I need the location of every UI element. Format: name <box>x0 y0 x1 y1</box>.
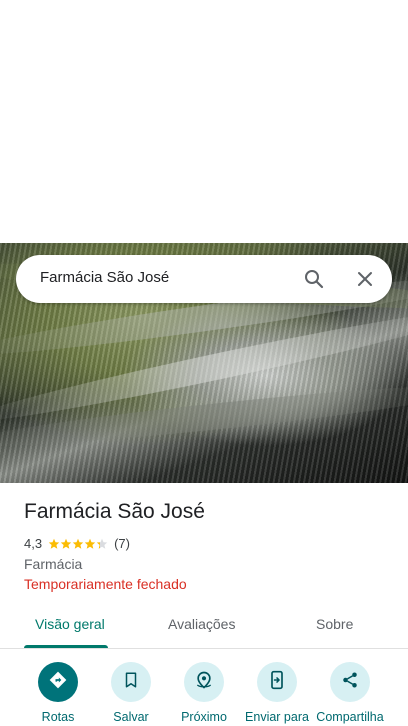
status-text: Temporariamente fechado <box>24 576 187 592</box>
nearby-label: Próximo <box>181 710 227 724</box>
tab-about[interactable]: Sobre <box>316 616 353 632</box>
rating-value: 4,3 <box>24 536 43 551</box>
blank-map-area <box>0 0 408 243</box>
nearby-icon <box>194 670 214 695</box>
send-to-phone-icon <box>267 670 287 695</box>
directions-button[interactable]: Rotas <box>18 662 98 724</box>
place-title: Farmácia São José <box>24 500 205 523</box>
rating-row[interactable]: 4,3 (7) <box>24 536 130 551</box>
save-label: Salvar <box>113 710 149 724</box>
star-icon <box>96 538 108 550</box>
search-icon[interactable] <box>302 267 326 291</box>
tab-reviews[interactable]: Avaliações <box>168 616 235 632</box>
place-category: Farmácia <box>24 556 83 572</box>
review-count[interactable]: (7) <box>114 536 130 551</box>
send-to-phone-label: Enviar para <box>245 710 309 724</box>
star-icon <box>84 538 96 550</box>
directions-icon <box>48 670 68 695</box>
rating-stars <box>48 538 108 550</box>
directions-label: Rotas <box>41 710 75 724</box>
bookmark-icon <box>122 671 140 694</box>
action-bar: Rotas Salvar Próximo Enviar para Compart… <box>0 662 408 726</box>
star-icon <box>60 538 72 550</box>
search-bar[interactable]: Farmácia São José <box>16 255 392 303</box>
tab-bar: Visão geral Avaliações Sobre <box>0 604 408 649</box>
share-button[interactable]: Compartilha <box>310 662 390 724</box>
send-to-phone-button[interactable]: Enviar para <box>237 662 317 724</box>
star-icon <box>72 538 84 550</box>
save-button[interactable]: Salvar <box>91 662 171 724</box>
tab-overview[interactable]: Visão geral <box>35 616 105 632</box>
close-icon[interactable] <box>353 267 377 291</box>
share-label: Compartilha <box>316 710 384 724</box>
search-input[interactable]: Farmácia São José <box>40 269 169 286</box>
share-icon <box>341 671 359 694</box>
nearby-button[interactable]: Próximo <box>164 662 244 724</box>
star-icon <box>48 538 60 550</box>
active-tab-indicator <box>24 645 108 648</box>
